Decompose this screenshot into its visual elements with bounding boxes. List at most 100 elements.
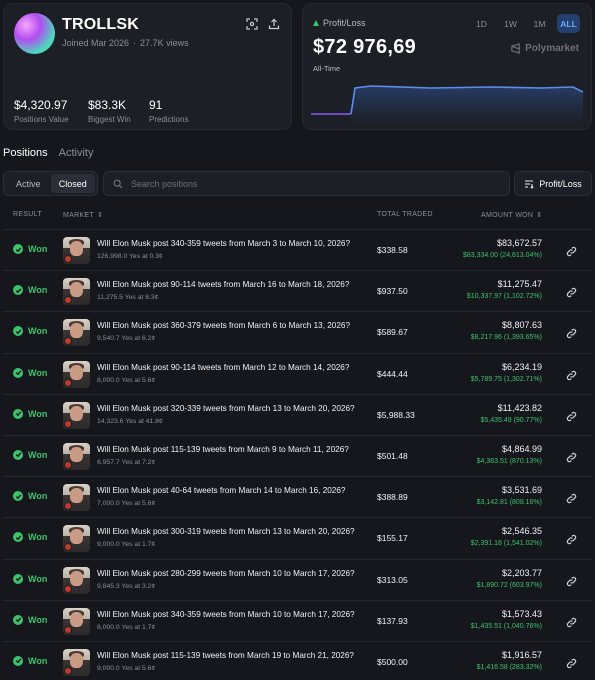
sort-arrows-icon: ⇕ <box>96 212 104 219</box>
link-icon[interactable] <box>566 368 578 380</box>
link-icon[interactable] <box>566 656 578 669</box>
tab-positions[interactable]: Positions <box>3 147 48 159</box>
check-icon <box>13 532 23 543</box>
table-row[interactable]: Won Will Elon Musk post 340-359 tweets f… <box>3 229 592 270</box>
market-title[interactable]: Will Elon Musk post 340-359 tweets from … <box>97 239 350 248</box>
result-badge: Won <box>13 244 47 254</box>
profit-gain: $2,391.18 (1,541.02%) <box>470 540 542 548</box>
table-row[interactable]: Won Will Elon Musk post 300-319 tweets f… <box>3 517 592 558</box>
stat-value: 91 <box>149 98 163 112</box>
market-shares: 8,000.0 Yes at 1.7¢ <box>97 623 156 631</box>
tab-activity[interactable]: Activity <box>59 147 94 159</box>
link-icon[interactable] <box>566 450 578 463</box>
market-title[interactable]: Will Elon Musk post 90-114 tweets from M… <box>97 280 349 289</box>
range-tabs: 1D 1W 1M ALL <box>470 14 580 33</box>
market-title[interactable]: Will Elon Musk post 300-319 tweets from … <box>97 527 355 536</box>
link-icon[interactable] <box>566 532 578 545</box>
table-row[interactable]: Won Will Elon Musk post 90-114 tweets fr… <box>3 352 592 394</box>
market-shares: 7,000.0 Yes at 5.6¢ <box>97 500 156 508</box>
amount-won: $8,807.63 <box>501 320 542 331</box>
market-shares: 9,000.0 Yes at 1.7¢ <box>97 541 156 549</box>
result-badge: Won <box>13 285 47 296</box>
link-icon[interactable] <box>566 409 578 421</box>
pnl-card: Profit/Loss $72 976,69 All-Time 1D 1W 1M… <box>302 3 592 130</box>
link-icon[interactable] <box>566 244 578 257</box>
sort-button[interactable]: Profit/Loss <box>514 171 592 196</box>
flag-icon <box>64 625 72 634</box>
stat-positions-value: $4,320.97 Positions Value <box>14 98 69 124</box>
header-market[interactable]: MARKET ⇕ <box>63 211 104 220</box>
table-row[interactable]: Won Will Elon Musk post 115-139 tweets f… <box>3 434 592 476</box>
result-label: Won <box>28 408 48 419</box>
range-tab-1w[interactable]: 1W <box>499 14 522 33</box>
profit-gain: $1,890.72 (603.97%) <box>476 581 542 589</box>
link-icon[interactable] <box>566 574 578 586</box>
market-title[interactable]: Will Elon Musk post 115-139 tweets from … <box>97 651 354 660</box>
flag-icon <box>64 419 72 428</box>
share-icon[interactable] <box>266 16 282 32</box>
range-tab-1m[interactable]: 1M <box>528 14 551 33</box>
link-icon[interactable] <box>566 491 578 504</box>
search-input[interactable] <box>131 178 491 189</box>
pnl-label-text: Profit/Loss <box>323 18 366 28</box>
header-amount-won[interactable]: AMOUNT WON ⇕ <box>481 211 542 220</box>
market-thumbnail <box>63 401 90 429</box>
result-label: Won <box>28 244 48 254</box>
link-icon[interactable] <box>566 326 578 339</box>
market-title[interactable]: Will Elon Musk post 320-339 tweets from … <box>97 404 355 413</box>
market-title[interactable]: Will Elon Musk post 40-64 tweets from Ma… <box>97 486 345 495</box>
link-icon[interactable] <box>566 285 578 298</box>
stat-value: $4,320.97 <box>14 98 68 112</box>
flag-icon <box>64 337 72 346</box>
check-icon <box>13 367 23 378</box>
filter-active-button[interactable]: Active <box>6 174 51 193</box>
total-traded: $937.50 <box>377 286 408 297</box>
pnl-area <box>351 86 583 124</box>
range-tab-all[interactable]: ALL <box>557 14 580 33</box>
check-icon <box>13 408 23 419</box>
amount-won: $3,531.69 <box>501 485 542 496</box>
range-tab-1d[interactable]: 1D <box>470 14 493 33</box>
total-traded: $444.44 <box>377 368 408 379</box>
market-shares: 126,998.0 Yes at 0.3¢ <box>97 253 163 260</box>
table-row[interactable]: Won Will Elon Musk post 115-139 tweets f… <box>3 640 592 680</box>
result-badge: Won <box>13 655 48 666</box>
profile-card: TROLLSK Joined Mar 2026 · 27.7K views $4,3… <box>3 3 292 130</box>
market-title[interactable]: Will Elon Musk post 340-359 tweets from … <box>97 610 355 619</box>
filter-closed-button[interactable]: Closed <box>50 174 95 193</box>
table-row[interactable]: Won Will Elon Musk post 340-359 tweets f… <box>3 599 592 641</box>
market-shares: 11,275.5 Yes at 8.3¢ <box>97 294 159 302</box>
result-badge: Won <box>13 367 47 378</box>
market-shares: 9,540.7 Yes at 6.2¢ <box>97 335 156 343</box>
result-label: Won <box>28 614 48 625</box>
total-traded: $388.89 <box>377 492 408 503</box>
stat-label: Predictions <box>149 115 189 124</box>
table-row[interactable]: Won Will Elon Musk post 280-299 tweets f… <box>3 558 592 600</box>
market-title[interactable]: Will Elon Musk post 90-114 tweets from M… <box>97 363 349 372</box>
check-icon <box>13 655 23 666</box>
market-title[interactable]: Will Elon Musk post 280-299 tweets from … <box>97 569 355 578</box>
link-icon[interactable] <box>566 615 578 627</box>
market-thumbnail <box>63 607 90 635</box>
table-row[interactable]: Won Will Elon Musk post 320-339 tweets f… <box>3 393 592 435</box>
stat-biggest-win: $83.3K Biggest Win <box>88 98 131 124</box>
flag-icon <box>64 502 72 511</box>
amount-won: $1,916.57 <box>501 649 542 660</box>
views-count: 27.7K views <box>140 38 189 48</box>
market-thumbnail <box>63 237 90 264</box>
pnl-label: Profit/Loss <box>313 18 366 28</box>
result-label: Won <box>28 573 48 584</box>
joined-date: Joined Mar 2026 <box>62 38 130 48</box>
table-row[interactable]: Won Will Elon Musk post 40-64 tweets fro… <box>3 476 592 517</box>
market-title[interactable]: Will Elon Musk post 115-139 tweets from … <box>97 445 349 454</box>
table-row[interactable]: Won Will Elon Musk post 360-379 tweets f… <box>3 311 592 352</box>
table-row[interactable]: Won Will Elon Musk post 90-114 tweets fr… <box>3 270 592 311</box>
flag-icon <box>64 666 72 675</box>
scan-icon[interactable] <box>244 16 260 32</box>
check-icon <box>13 449 23 460</box>
result-badge: Won <box>13 408 48 419</box>
result-label: Won <box>28 655 48 666</box>
market-title[interactable]: Will Elon Musk post 360-379 tweets from … <box>97 321 350 330</box>
pnl-value: $72 976,69 <box>313 36 417 58</box>
stat-value: $83.3K <box>88 98 127 112</box>
